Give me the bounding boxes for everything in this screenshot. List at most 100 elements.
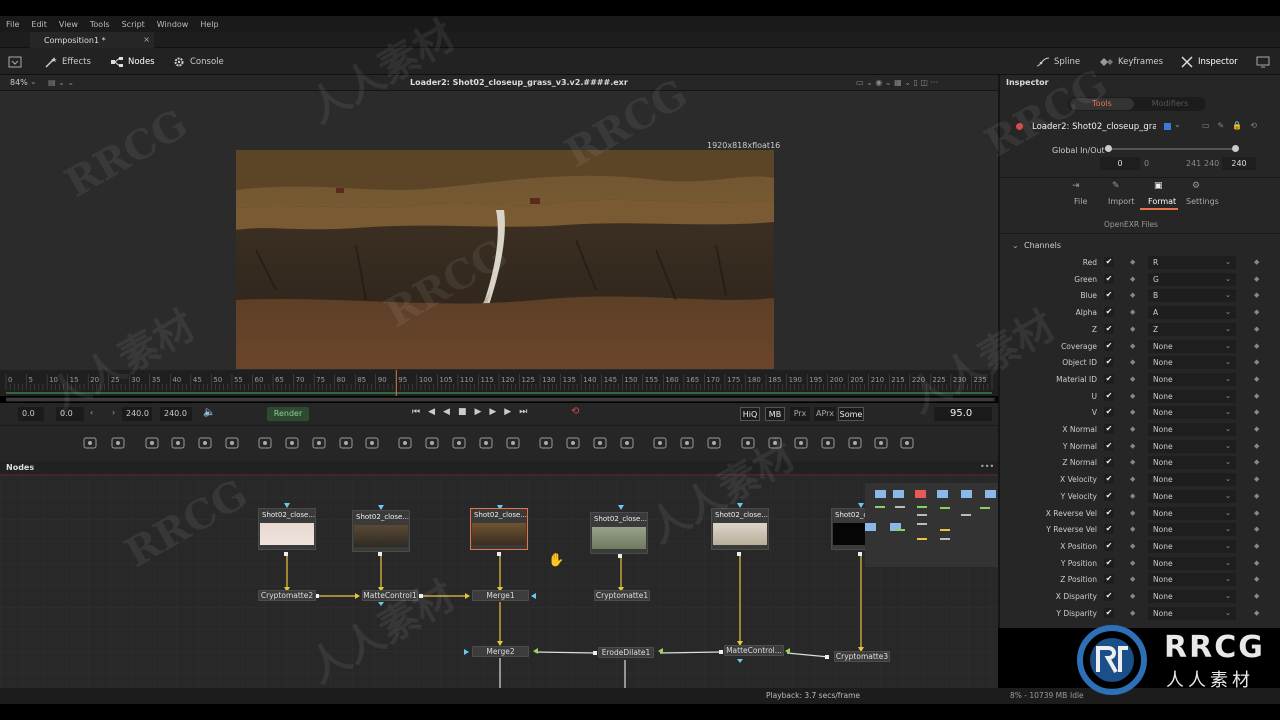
menu-window[interactable]: Window [157,20,189,29]
channel-select[interactable]: None ⌄ [1148,590,1236,603]
keyframe-diamond-icon[interactable]: ◆ [1254,492,1259,500]
keyframe-diamond-icon[interactable]: ◆ [1254,308,1259,316]
channel-select[interactable]: None ⌄ [1148,356,1236,370]
menu-edit[interactable]: Edit [31,20,47,29]
channel-select[interactable]: None ⌄ [1148,489,1236,503]
channel-checkbox[interactable]: ✔ [1104,257,1114,267]
viewer-tools-icons[interactable]: ▭ ⌄ ◉ ⌄ ▦ ⌄ ▯ ◫ ··· [856,78,938,87]
fullscreen-button[interactable] [1256,48,1270,75]
loop-icon[interactable]: ⟲ [571,406,579,417]
tool-icons[interactable] [0,426,998,462]
console-button[interactable]: Console [172,48,224,75]
prx-toggle[interactable]: Prx [790,407,810,421]
keyframe-diamond-icon[interactable]: ◆ [1130,475,1135,483]
keyframe-diamond-icon[interactable]: ◆ [1254,291,1259,299]
effects-button[interactable]: Effects [44,48,91,75]
keyframe-diamond-icon[interactable]: ◆ [1254,425,1259,433]
subtab-file[interactable]: File [1074,197,1087,206]
keyframe-diamond-icon[interactable]: ◆ [1130,325,1135,333]
node-cryptomatte2[interactable]: Cryptomatte2 [258,590,316,601]
keyframe-diamond-icon[interactable]: ◆ [1130,375,1135,383]
channels-header[interactable]: Channels [1024,241,1061,250]
keyframe-diamond-icon[interactable]: ◆ [1254,575,1259,583]
channel-checkbox[interactable]: ✔ [1104,507,1114,518]
keyframe-diamond-icon[interactable]: ◆ [1130,592,1135,600]
keyframe-diamond-icon[interactable]: ◆ [1130,342,1135,350]
keyframes-button[interactable]: Keyframes [1100,48,1163,75]
menu-file[interactable]: File [6,20,19,29]
keyframe-diamond-icon[interactable]: ◆ [1130,542,1135,550]
keyframe-diamond-icon[interactable]: ◆ [1254,458,1259,466]
node-mattecontrol1[interactable]: MatteControl1 [362,590,418,601]
channel-checkbox[interactable]: ✔ [1104,323,1114,334]
playback-controls[interactable]: ⏮◀◀■▶▶▶⏭ [412,407,535,417]
channel-select[interactable]: None ⌄ [1148,406,1236,420]
timeline-scrollbar-thumb[interactable] [6,398,994,401]
channel-select[interactable]: None ⌄ [1148,339,1236,353]
keyframe-diamond-icon[interactable]: ◆ [1254,609,1259,617]
node-navigator[interactable] [865,483,998,567]
viewer-options-icon[interactable]: ▤ ⌄ ⌄ [48,78,74,87]
nodes-button[interactable]: Nodes [110,48,155,75]
channel-checkbox[interactable]: ✔ [1104,457,1114,468]
keyframe-diamond-icon[interactable]: ◆ [1254,475,1259,483]
loader-thumbnail-6[interactable]: Shot02_c [831,508,867,550]
channel-select[interactable]: None ⌄ [1148,523,1236,537]
channel-checkbox[interactable]: ✔ [1104,290,1114,301]
channel-checkbox[interactable]: ✔ [1104,490,1114,501]
keyframe-diamond-icon[interactable]: ◆ [1254,525,1259,533]
keyframe-diamond-icon[interactable]: ◆ [1130,392,1135,400]
channel-select[interactable]: None ⌄ [1148,372,1236,386]
node-merge2[interactable]: Merge2 [472,646,529,657]
menu-tools[interactable]: Tools [90,20,110,29]
channel-checkbox[interactable]: ✔ [1104,424,1114,434]
keyframe-diamond-icon[interactable]: ◆ [1254,258,1259,266]
tool-color-swatch[interactable] [1164,123,1171,130]
keyframe-diamond-icon[interactable]: ◆ [1130,575,1135,583]
node-cryptomatte3[interactable]: Cryptomatte3 [834,651,890,662]
node-mattecontrol2[interactable]: MatteControl... [724,645,784,656]
keyframe-diamond-icon[interactable]: ◆ [1254,559,1259,567]
node-erodedilate1[interactable]: ErodeDilate1 [598,647,654,658]
keyframe-diamond-icon[interactable]: ◆ [1254,358,1259,366]
subtab-settings[interactable]: Settings [1186,197,1219,206]
keyframe-diamond-icon[interactable]: ◆ [1130,258,1135,266]
keyframe-diamond-icon[interactable]: ◆ [1254,408,1259,416]
channel-select[interactable]: A ⌄ [1148,306,1236,320]
channel-checkbox[interactable]: ✔ [1104,574,1114,585]
keyframe-diamond-icon[interactable]: ◆ [1130,275,1135,283]
keyframe-diamond-icon[interactable]: ◆ [1130,525,1135,533]
step-forward-icon[interactable]: › [112,408,115,417]
speaker-icon[interactable]: 🔈 [203,407,215,418]
keyframe-diamond-icon[interactable]: ◆ [1130,308,1135,316]
global-end-field[interactable]: 240.0 [160,407,192,421]
node-merge1[interactable]: Merge1 [472,590,529,601]
node-graph[interactable]: Shot02_close... Shot02_close... Shot02_c… [0,475,998,688]
collapse-chevron-icon[interactable]: ⌄ [1012,241,1019,250]
channel-checkbox[interactable]: ✔ [1104,340,1114,351]
subtab-import[interactable]: Import [1108,197,1135,206]
global-start-field[interactable]: 0.0 [18,407,44,421]
global-range-end-handle[interactable] [1232,145,1239,152]
zoom-level[interactable]: 84% [10,78,28,87]
keyframe-diamond-icon[interactable]: ◆ [1130,458,1135,466]
keyframe-diamond-icon[interactable]: ◆ [1254,325,1259,333]
loader-thumbnail-1[interactable]: Shot02_close... [258,508,316,550]
keyframe-diamond-icon[interactable]: ◆ [1130,559,1135,567]
channel-checkbox[interactable]: ✔ [1104,591,1114,601]
render-start-field[interactable]: 0.0 [56,407,84,421]
timeline-ruler[interactable]: 0 5 10 15 20 25 30 35 40 45 50 55 60 65 70 75 80 85 90 95 10… [0,370,998,396]
channel-select[interactable]: None ⌄ [1148,506,1236,520]
channel-select[interactable]: None ⌄ [1148,423,1236,436]
close-icon[interactable]: × [143,35,150,44]
channel-checkbox[interactable]: ✔ [1104,524,1114,535]
channel-select[interactable]: Z ⌄ [1148,322,1236,336]
keyframe-diamond-icon[interactable]: ◆ [1130,442,1135,450]
loader-thumbnail-2[interactable]: Shot02_close... [352,510,410,552]
tab-tools[interactable]: Tools [1070,98,1134,110]
channel-checkbox[interactable]: ✔ [1104,540,1114,551]
menu-help[interactable]: Help [200,20,218,29]
spline-button[interactable]: Spline [1036,48,1080,75]
keyframe-diamond-icon[interactable]: ◆ [1254,592,1259,600]
keyframe-diamond-icon[interactable]: ◆ [1254,542,1259,550]
